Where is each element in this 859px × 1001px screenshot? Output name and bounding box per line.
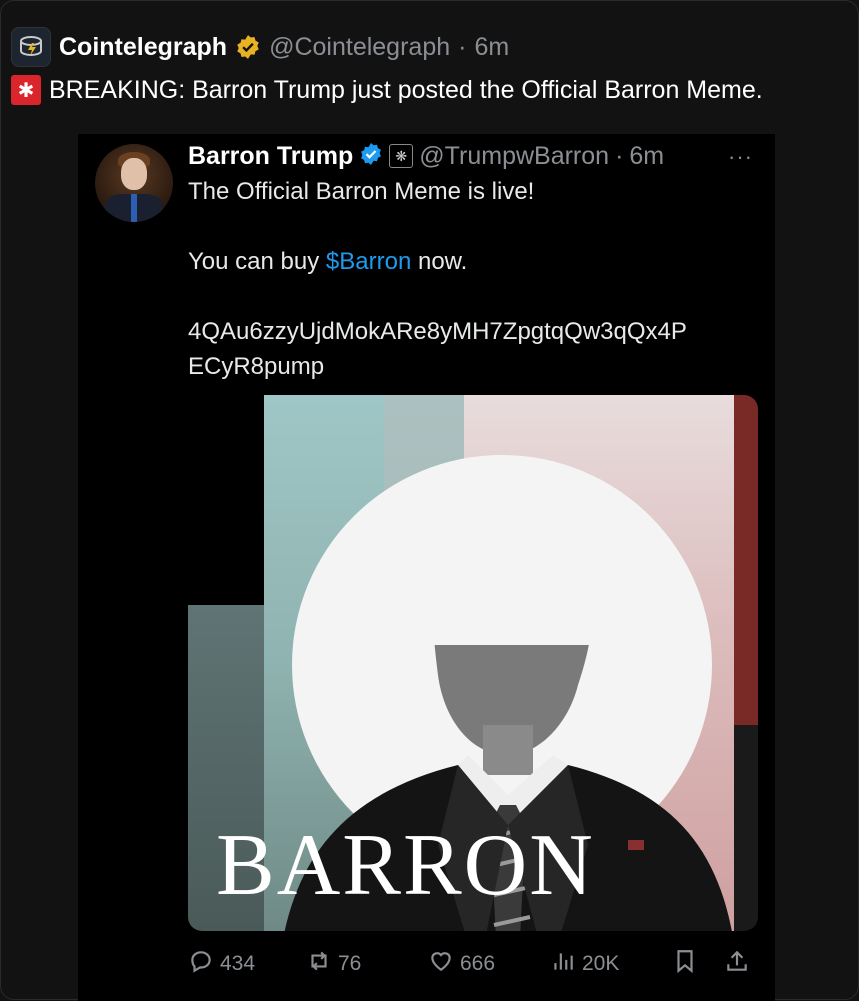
share-icon [724,948,750,980]
quoted-time[interactable]: 6m [629,142,664,171]
breaking-text: BREAKING: Barron Trump just posted the O… [49,75,763,104]
like-icon [428,948,454,980]
quoted-tweet-header: Barron Trump ❋ @TrumpwBarron · 6m [188,136,664,176]
quoted-tweet-text: The Official Barron Meme is live! You ca… [188,174,768,384]
outer-author-name[interactable]: Cointelegraph [59,33,227,62]
outer-time[interactable]: 6m [474,33,509,62]
quoted-author-name[interactable]: Barron Trump [188,142,353,171]
views-count: 20K [582,952,620,975]
contract-address-line-2: ECyR8pump [188,353,325,380]
quoted-separator: · [615,141,624,170]
tweet-action-bar: 434 76 666 20K [188,946,768,982]
bookmark-button[interactable] [672,948,698,980]
outer-tweet-header: Cointelegraph @Cointelegraph · 6m [11,27,509,67]
outer-tweet-card[interactable]: Cointelegraph @Cointelegraph · 6m ✱ BREA… [0,0,859,1001]
reply-button[interactable]: 434 [188,948,255,980]
quoted-tweet[interactable]: Barron Trump ❋ @TrumpwBarron · 6m ··· Th… [78,134,775,1001]
tweet-line-2: You can buy $Barron now. [188,248,468,275]
views-icon [550,948,576,980]
outer-separator: · [458,32,467,61]
verified-blue-icon [359,142,383,171]
coin-logo-icon[interactable] [11,27,51,67]
quoted-handle[interactable]: @TrumpwBarron [419,142,609,171]
avatar[interactable] [95,144,173,222]
views-button[interactable]: 20K [550,948,619,980]
contract-address-line-1: 4QAu6zzyUjdMokARe8yMH7ZpgtqQw3qQx4P [188,318,687,345]
outer-handle[interactable]: @Cointelegraph [269,33,450,62]
tweet-line-1: The Official Barron Meme is live! [188,178,535,205]
tweet-media-image[interactable]: BARRON [188,395,758,931]
like-button[interactable]: 666 [428,948,495,980]
bookmark-icon [672,948,698,980]
share-button[interactable] [724,948,750,980]
outer-tweet-text: ✱ BREAKING: Barron Trump just posted the… [11,75,763,105]
org-badge-icon[interactable]: ❋ [389,144,414,168]
more-icon[interactable]: ··· [728,144,753,170]
reply-icon [188,948,214,980]
repost-button[interactable]: 76 [306,948,361,980]
like-count: 666 [460,952,496,975]
siren-icon: ✱ [11,75,41,105]
reply-count: 434 [220,952,256,975]
repost-icon [306,948,332,980]
media-caption-text: BARRON [216,817,595,914]
repost-count: 76 [338,952,362,975]
cashtag-link[interactable]: $Barron [326,248,411,275]
verified-gold-icon [235,34,261,60]
